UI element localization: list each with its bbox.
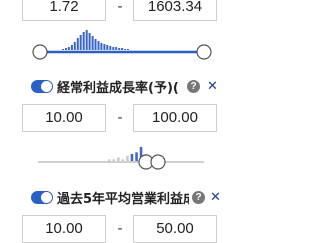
histogram-bar <box>106 45 109 50</box>
range-separator: - <box>117 0 123 15</box>
close-icon[interactable]: ✕ <box>210 191 221 204</box>
histogram-bar <box>112 47 115 50</box>
close-icon[interactable]: ✕ <box>207 80 218 93</box>
filter1-range-slider[interactable] <box>0 28 240 64</box>
histogram-bar <box>91 36 94 50</box>
question-icon[interactable]: ? <box>192 191 205 204</box>
histogram-bar <box>76 38 79 50</box>
histogram-bar <box>121 159 125 162</box>
histogram-bar <box>127 49 129 50</box>
histogram-bar <box>85 30 88 50</box>
histogram-bar <box>126 155 129 162</box>
histogram-bar <box>79 35 82 50</box>
histogram-bar <box>135 152 138 162</box>
histogram-bar <box>94 39 97 50</box>
histogram-bar <box>103 44 106 50</box>
filter2-range-slider[interactable] <box>0 140 240 176</box>
filter2-max-input[interactable]: 100.00 <box>133 104 217 132</box>
filter3-label: 過去5年平均営業利益成長 <box>57 192 189 207</box>
histogram-bar <box>70 45 73 50</box>
filter2-min-input[interactable]: 10.00 <box>22 104 106 132</box>
range-separator: - <box>117 109 123 126</box>
histogram-bar <box>97 41 100 50</box>
histogram-bar <box>73 42 76 50</box>
filter1-histogram <box>62 30 129 50</box>
filter1-min-input[interactable]: 1.72 <box>22 0 106 21</box>
histogram-bar <box>124 49 127 50</box>
filter2-toggle[interactable] <box>31 80 53 93</box>
histogram-bar <box>130 154 134 161</box>
histogram-bar <box>118 48 121 50</box>
histogram-bar <box>67 47 70 50</box>
filter3-toggle[interactable] <box>31 191 53 204</box>
question-icon[interactable]: ? <box>187 80 200 93</box>
histogram-bar <box>82 32 85 50</box>
histogram-bar <box>115 47 118 50</box>
histogram-bar <box>112 159 115 162</box>
histogram-bar <box>108 159 111 162</box>
range-separator: - <box>117 220 123 237</box>
slider-handle-min[interactable] <box>32 44 48 60</box>
filter1-max-input[interactable]: 1603.34 <box>133 0 217 21</box>
histogram-bar <box>109 46 112 50</box>
slider-handle-max[interactable] <box>196 44 212 60</box>
filter3-min-input[interactable]: 10.00 <box>22 215 106 243</box>
filter2-label: 経常利益成長率(予)(%) <box>57 81 179 96</box>
histogram-bar <box>100 43 103 50</box>
filter3-max-input[interactable]: 50.00 <box>133 215 217 243</box>
histogram-bar <box>62 49 64 50</box>
histogram-bar <box>121 48 124 50</box>
histogram-bar <box>88 33 91 50</box>
slider-handle-max[interactable] <box>150 154 166 170</box>
histogram-bar <box>117 157 120 161</box>
histogram-bar <box>65 48 67 50</box>
